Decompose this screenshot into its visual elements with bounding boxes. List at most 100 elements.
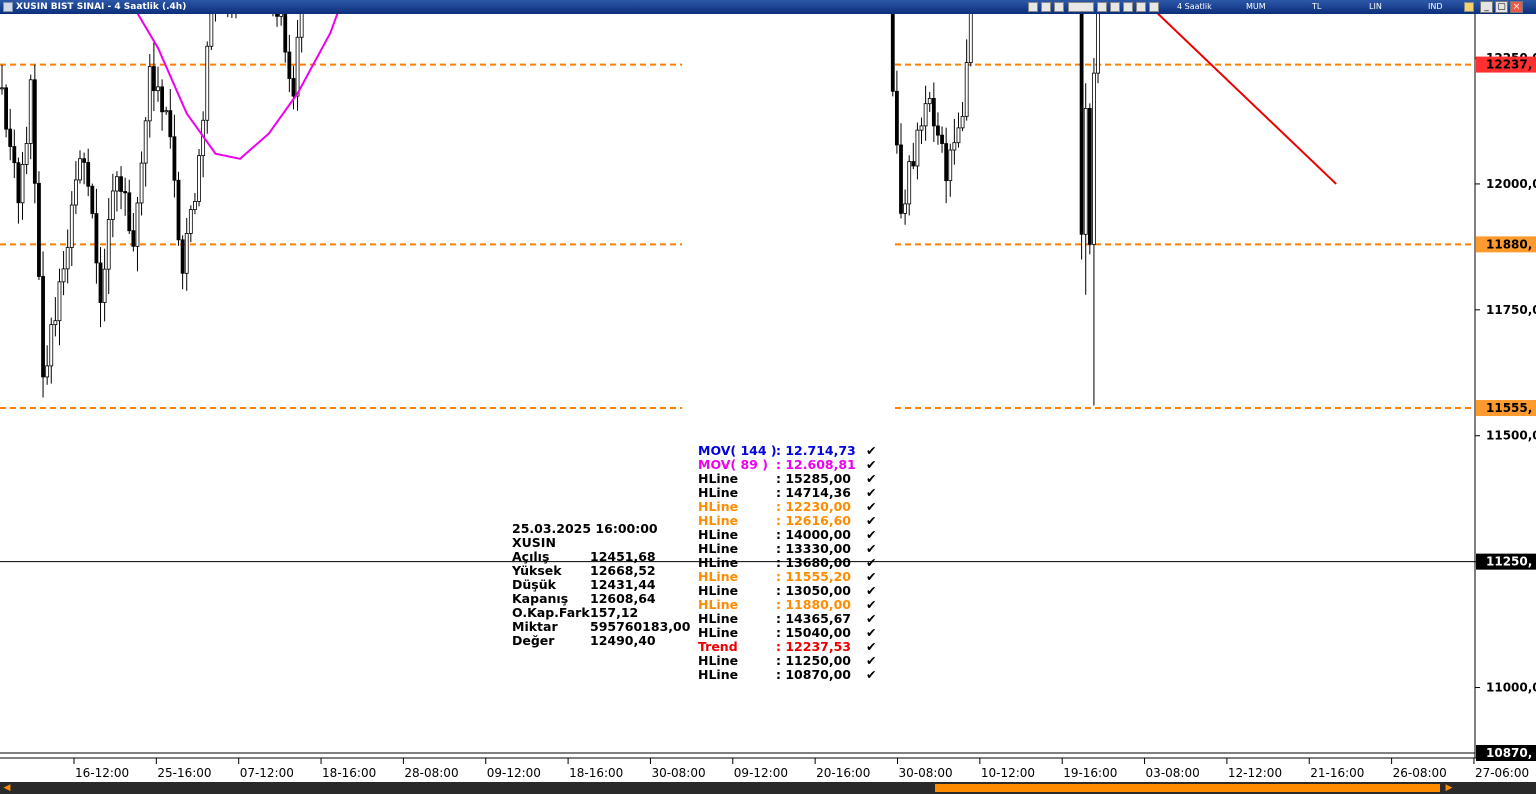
info-label: Açılış bbox=[512, 549, 549, 564]
legend-value: : 14000,00 bbox=[776, 527, 851, 542]
x-tick-label: 30-08:00 bbox=[899, 766, 953, 780]
legend-check-icon: ✔ bbox=[866, 457, 876, 472]
period-selector-icon[interactable] bbox=[1068, 2, 1094, 12]
candle-body bbox=[8, 128, 13, 147]
horizontal-scrollbar[interactable]: ◀ ▶ bbox=[0, 782, 1536, 794]
candle-body bbox=[968, 14, 973, 63]
legend-label: Trend bbox=[698, 639, 738, 654]
legend-check-icon: ✔ bbox=[866, 667, 876, 682]
legend-label: HLine bbox=[698, 653, 738, 668]
info-label: Yüksek bbox=[511, 563, 562, 578]
legend-value: : 13330,00 bbox=[776, 541, 851, 556]
zoom-tool-icon[interactable] bbox=[1028, 2, 1038, 12]
candle-body bbox=[295, 36, 300, 97]
legend-check-icon: ✔ bbox=[866, 471, 876, 486]
info-value: 12431,44 bbox=[590, 577, 656, 592]
candle-body bbox=[123, 191, 128, 194]
x-tick-label: 07-12:00 bbox=[240, 766, 294, 780]
pen-icon[interactable] bbox=[1136, 2, 1146, 12]
candle-body bbox=[279, 14, 284, 17]
indicator-button[interactable]: IND bbox=[1428, 1, 1443, 13]
candle-body bbox=[283, 14, 288, 53]
candle-body bbox=[907, 161, 912, 205]
candle-body bbox=[0, 87, 4, 90]
close-button[interactable]: × bbox=[1510, 1, 1523, 13]
scroll-thumb[interactable] bbox=[935, 784, 1440, 792]
legend-value: : 12237,53 bbox=[776, 639, 851, 654]
period-button[interactable]: 4 Saatlik bbox=[1177, 1, 1212, 13]
info-value: 595760183,00 bbox=[590, 619, 691, 634]
scale-button[interactable]: LIN bbox=[1369, 1, 1382, 13]
candle-body bbox=[143, 120, 148, 164]
x-tick-label: 27-06:00 bbox=[1475, 766, 1529, 780]
scroll-left-icon[interactable]: ◀ bbox=[2, 782, 12, 794]
candle-body bbox=[184, 233, 189, 274]
candle-body bbox=[940, 134, 944, 144]
chart-type-icon[interactable] bbox=[1097, 2, 1107, 12]
x-tick-label: 21-16:00 bbox=[1310, 766, 1364, 780]
legend-label: HLine bbox=[698, 555, 738, 570]
info-label: Değer bbox=[512, 633, 555, 648]
x-tick-label: 30-08:00 bbox=[651, 766, 705, 780]
scroll-right-icon[interactable]: ▶ bbox=[1444, 782, 1454, 794]
candle-body bbox=[911, 161, 916, 167]
candle-button[interactable]: MUM bbox=[1246, 1, 1266, 13]
title-bar: XUSIN BIST SINAI - 4 Saatlik (.4h) 4 Saa… bbox=[0, 0, 1536, 14]
info-value: 12608,64 bbox=[590, 591, 656, 606]
candle-body bbox=[927, 97, 932, 105]
candle-body bbox=[115, 176, 119, 192]
legend-label: HLine bbox=[698, 569, 738, 584]
candle-body bbox=[20, 163, 25, 204]
currency-button[interactable]: TL bbox=[1312, 1, 1321, 13]
legend-label: HLine bbox=[698, 597, 738, 612]
candle-body bbox=[32, 79, 37, 184]
legend-check-icon: ✔ bbox=[866, 569, 876, 584]
candle-body bbox=[948, 149, 953, 182]
y-tick-label: 11750,0 bbox=[1486, 303, 1536, 317]
legend-label: HLine bbox=[698, 625, 738, 640]
candle-body bbox=[90, 185, 95, 214]
grid-icon[interactable] bbox=[1110, 2, 1120, 12]
legend-value: : 12.714,73 bbox=[776, 443, 856, 458]
info-label: O.Kap.Fark bbox=[512, 605, 590, 620]
legend-check-icon: ✔ bbox=[866, 597, 876, 612]
x-tick-label: 19-16:00 bbox=[1063, 766, 1117, 780]
folder-icon[interactable] bbox=[1464, 2, 1474, 12]
y-tick-label: 11500,0 bbox=[1486, 429, 1536, 443]
candle-body bbox=[952, 142, 957, 151]
maximize-button[interactable]: ▢ bbox=[1495, 1, 1508, 13]
legend-value: : 10870,00 bbox=[776, 667, 851, 682]
candle-body bbox=[205, 45, 210, 121]
candle-body bbox=[24, 143, 29, 165]
candle-body bbox=[188, 209, 193, 234]
candle-body bbox=[151, 66, 156, 92]
candle-body bbox=[915, 129, 920, 167]
x-tick-label: 12-12:00 bbox=[1228, 766, 1282, 780]
candle-body bbox=[147, 66, 152, 122]
settings-icon[interactable] bbox=[1149, 2, 1159, 12]
candle-body bbox=[4, 87, 9, 130]
candle-body bbox=[936, 125, 940, 136]
candle-body bbox=[193, 201, 197, 211]
legend-check-icon: ✔ bbox=[866, 653, 876, 668]
price-chart[interactable]: 11000,011250,011500,011750,012000,012250… bbox=[0, 14, 1536, 782]
x-tick-label: 25-16:00 bbox=[157, 766, 211, 780]
candle-body bbox=[894, 90, 899, 146]
candle-body bbox=[135, 202, 140, 247]
zoom-out-icon[interactable] bbox=[1054, 2, 1064, 12]
candle-body bbox=[131, 230, 136, 247]
info-value: 157,12 bbox=[590, 605, 638, 620]
candle-body bbox=[65, 247, 70, 270]
candle-body bbox=[209, 14, 214, 47]
candle-body bbox=[275, 14, 279, 17]
app-icon bbox=[3, 2, 13, 12]
legend-check-icon: ✔ bbox=[866, 639, 876, 654]
info-datetime: 25.03.2025 16:00:00 bbox=[512, 521, 658, 536]
draw-line-icon[interactable] bbox=[1123, 2, 1133, 12]
candle-body bbox=[1087, 107, 1092, 245]
candle-body bbox=[119, 176, 123, 192]
cursor-tool-icon[interactable] bbox=[1041, 2, 1051, 12]
candle-body bbox=[16, 162, 21, 204]
minimize-button[interactable]: _ bbox=[1480, 1, 1493, 13]
legend-label: HLine bbox=[698, 485, 738, 500]
